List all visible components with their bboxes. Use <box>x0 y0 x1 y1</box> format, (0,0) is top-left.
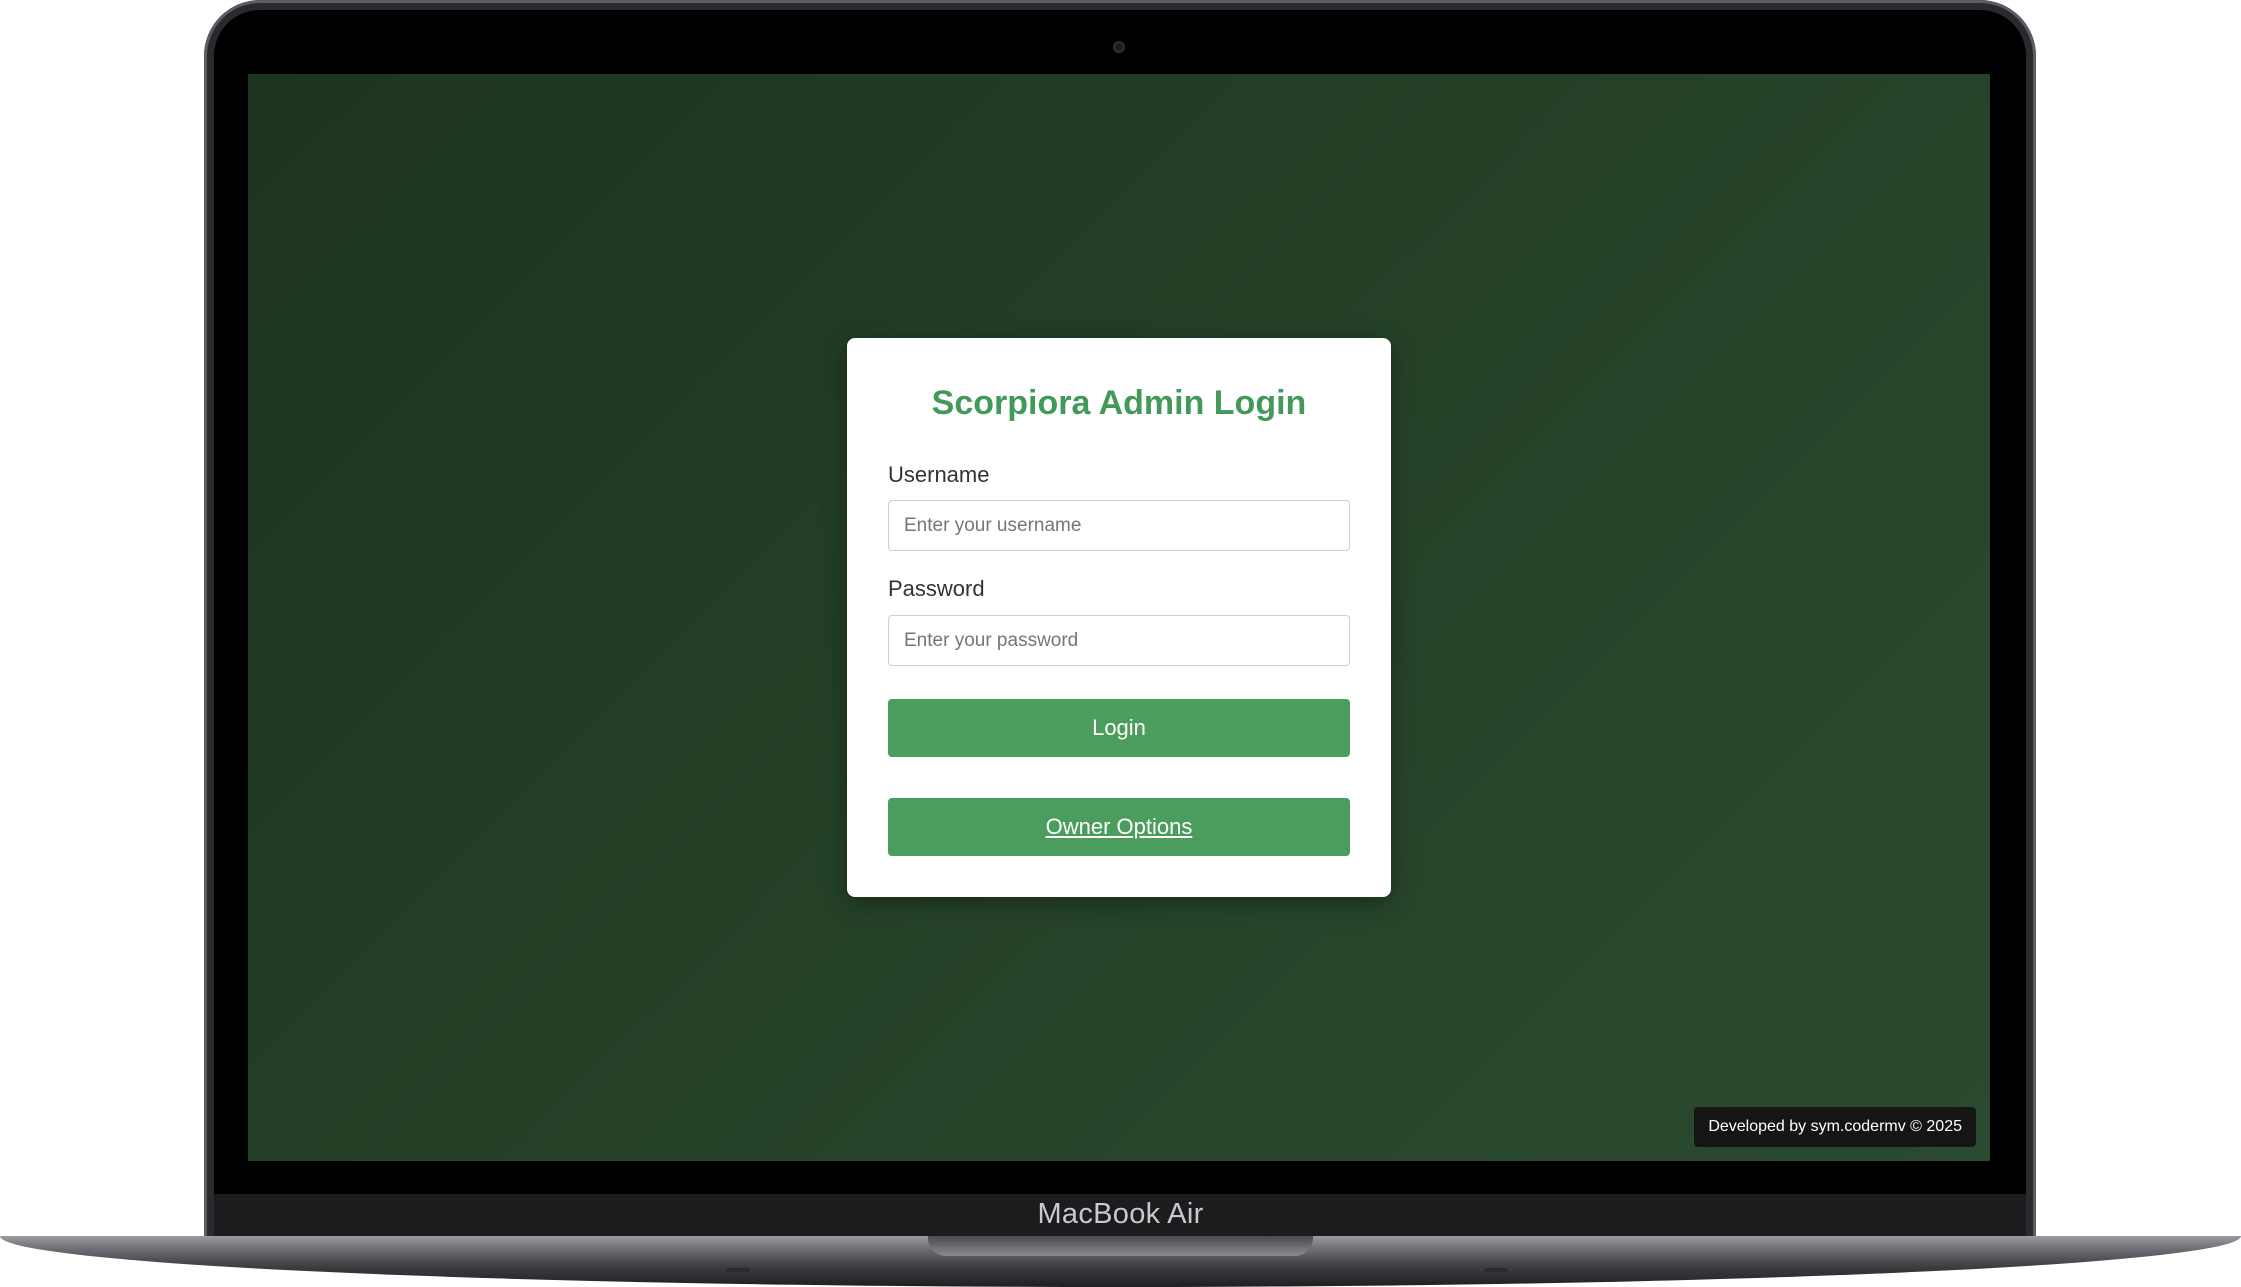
username-input[interactable] <box>888 500 1350 551</box>
laptop-foot-left <box>726 1268 750 1272</box>
password-input[interactable] <box>888 615 1350 666</box>
device-mockup: Scorpiora Admin Login Username Password … <box>0 0 2241 1287</box>
developer-credit-badge: Developed by sym.codermv © 2025 <box>1694 1107 1976 1147</box>
app-screen: Scorpiora Admin Login Username Password … <box>248 74 1990 1161</box>
owner-options-button[interactable]: Owner Options <box>888 798 1350 856</box>
laptop-foot-right <box>1484 1268 1508 1272</box>
login-card: Scorpiora Admin Login Username Password … <box>847 338 1391 897</box>
login-button[interactable]: Login <box>888 699 1350 757</box>
username-label: Username <box>888 462 990 487</box>
laptop-hinge-notch <box>928 1236 1313 1256</box>
login-title: Scorpiora Admin Login <box>931 384 1307 422</box>
password-label: Password <box>888 576 985 601</box>
webcam-icon <box>1113 41 1125 53</box>
device-model-label: MacBook Air <box>1037 1198 1204 1230</box>
